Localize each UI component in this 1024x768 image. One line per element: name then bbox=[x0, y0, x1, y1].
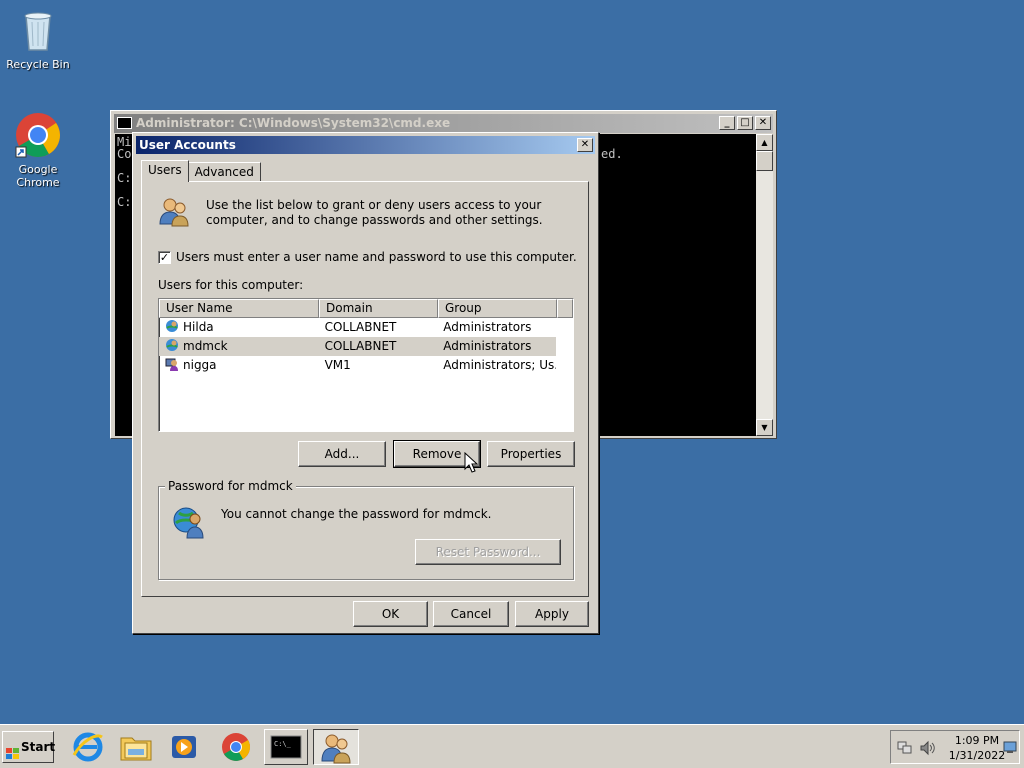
cmd-icon[interactable]: C:\_ bbox=[264, 729, 308, 765]
windows-flag-icon bbox=[6, 741, 19, 759]
domain-cell: VM1 bbox=[324, 358, 351, 372]
cmd-icon bbox=[117, 117, 132, 129]
group-cell: Administrators bbox=[443, 320, 532, 334]
tab-advanced[interactable]: Advanced bbox=[187, 162, 261, 182]
taskbar: Start C:\_ 1:09 PM 1/31/2022 bbox=[0, 724, 1024, 768]
start-button[interactable]: Start bbox=[2, 731, 56, 763]
system-tray: 1:09 PM 1/31/2022 bbox=[890, 730, 1020, 764]
login-required-checkbox[interactable]: ✓ bbox=[158, 250, 171, 264]
start-label: Start bbox=[21, 740, 56, 754]
reset-password-button[interactable]: Reset Password... bbox=[415, 539, 561, 565]
scroll-thumb[interactable] bbox=[756, 151, 773, 171]
media-player-icon[interactable] bbox=[164, 729, 204, 765]
mouse-cursor-icon bbox=[464, 451, 479, 474]
local-user-icon bbox=[165, 357, 179, 371]
users-tab-panel: Use the list below to grant or deny user… bbox=[141, 181, 589, 597]
column-header-filler bbox=[557, 299, 573, 318]
network-icon[interactable] bbox=[897, 740, 913, 756]
cmd-scrollbar[interactable]: ▲ ▼ bbox=[756, 134, 773, 436]
dialog-title-text: User Accounts bbox=[139, 138, 236, 152]
users-list-label: Users for this computer: bbox=[158, 278, 304, 292]
minimize-button[interactable]: _ bbox=[719, 116, 735, 130]
scroll-down-arrow-icon[interactable]: ▼ bbox=[756, 419, 773, 436]
file-explorer-icon[interactable] bbox=[116, 729, 156, 765]
user-name-cell: mdmck bbox=[183, 339, 228, 353]
desktop-icon-recycle-bin[interactable]: Recycle Bin bbox=[0, 6, 76, 71]
close-button[interactable]: ✕ bbox=[755, 116, 771, 130]
users-list[interactable]: User Name Domain Group Hilda COLLABNET A… bbox=[158, 298, 574, 432]
console-fragment: ed. bbox=[601, 147, 623, 161]
domain-user-icon bbox=[165, 338, 179, 352]
table-row[interactable]: Hilda COLLABNET Administrators bbox=[159, 318, 556, 337]
show-desktop-icon[interactable] bbox=[1003, 741, 1017, 753]
column-header-user-name[interactable]: User Name bbox=[159, 299, 319, 318]
user-name-cell: Hilda bbox=[183, 320, 214, 334]
group-cell: Administrators bbox=[443, 339, 532, 353]
ok-button[interactable]: OK bbox=[353, 601, 428, 627]
properties-button[interactable]: Properties bbox=[487, 441, 575, 467]
password-message: You cannot change the password for mdmck… bbox=[221, 507, 492, 521]
recycle-bin-icon bbox=[14, 6, 62, 54]
group-cell: Administrators; Us... bbox=[443, 358, 556, 372]
desktop-icon-google-chrome[interactable]: Google Chrome bbox=[0, 111, 76, 189]
column-header-group[interactable]: Group bbox=[438, 299, 557, 318]
chrome-icon bbox=[14, 111, 62, 159]
list-header: User Name Domain Group bbox=[159, 299, 573, 318]
domain-user-icon bbox=[165, 319, 179, 333]
intro-text: Use the list below to grant or deny user… bbox=[206, 198, 543, 227]
clock-date[interactable]: 1/31/2022 bbox=[947, 749, 1007, 762]
column-header-domain[interactable]: Domain bbox=[319, 299, 438, 318]
user-accounts-dialog[interactable]: User Accounts ✕ Users Advanced Use the l… bbox=[132, 132, 599, 634]
password-group-legend: Password for mdmck bbox=[165, 479, 296, 493]
cmd-window-controls: _ □ ✕ bbox=[719, 116, 771, 130]
dialog-close-button[interactable]: ✕ bbox=[577, 138, 593, 152]
users-icon bbox=[158, 196, 190, 228]
password-group: Password for mdmck You cannot change the… bbox=[158, 479, 574, 580]
user-name-cell: nigga bbox=[183, 358, 217, 372]
volume-icon[interactable] bbox=[919, 740, 937, 756]
user-accounts-icon[interactable] bbox=[313, 729, 359, 765]
domain-cell: COLLABNET bbox=[324, 320, 397, 334]
apply-button[interactable]: Apply bbox=[515, 601, 589, 627]
maximize-button[interactable]: □ bbox=[737, 116, 753, 130]
desktop-icon-label: Google Chrome bbox=[16, 163, 60, 189]
cancel-button[interactable]: Cancel bbox=[433, 601, 509, 627]
tab-users[interactable]: Users bbox=[141, 160, 189, 182]
chrome-icon[interactable] bbox=[216, 729, 256, 765]
cmd-title-bar[interactable]: Administrator: C:\Windows\System32\cmd.e… bbox=[114, 114, 773, 133]
scroll-up-arrow-icon[interactable]: ▲ bbox=[756, 134, 773, 151]
table-row[interactable]: mdmck COLLABNET Administrators bbox=[159, 337, 556, 356]
table-row[interactable]: nigga VM1 Administrators; Us... bbox=[159, 356, 556, 375]
dialog-title-bar[interactable]: User Accounts bbox=[136, 136, 595, 154]
login-required-label: Users must enter a user name and passwor… bbox=[176, 250, 577, 264]
internet-explorer-icon[interactable] bbox=[68, 729, 108, 765]
add-user-button[interactable]: Add... bbox=[298, 441, 386, 467]
user-globe-icon bbox=[173, 505, 207, 539]
domain-cell: COLLABNET bbox=[324, 339, 397, 353]
clock-time[interactable]: 1:09 PM bbox=[953, 734, 1001, 747]
svg-text:C:\_: C:\_ bbox=[274, 740, 292, 748]
tab-strip: Users Advanced bbox=[141, 160, 261, 182]
desktop-icon-label: Recycle Bin bbox=[6, 58, 70, 71]
cmd-title-text: Administrator: C:\Windows\System32\cmd.e… bbox=[136, 116, 451, 130]
login-required-checkbox-row[interactable]: ✓ Users must enter a user name and passw… bbox=[158, 250, 577, 264]
